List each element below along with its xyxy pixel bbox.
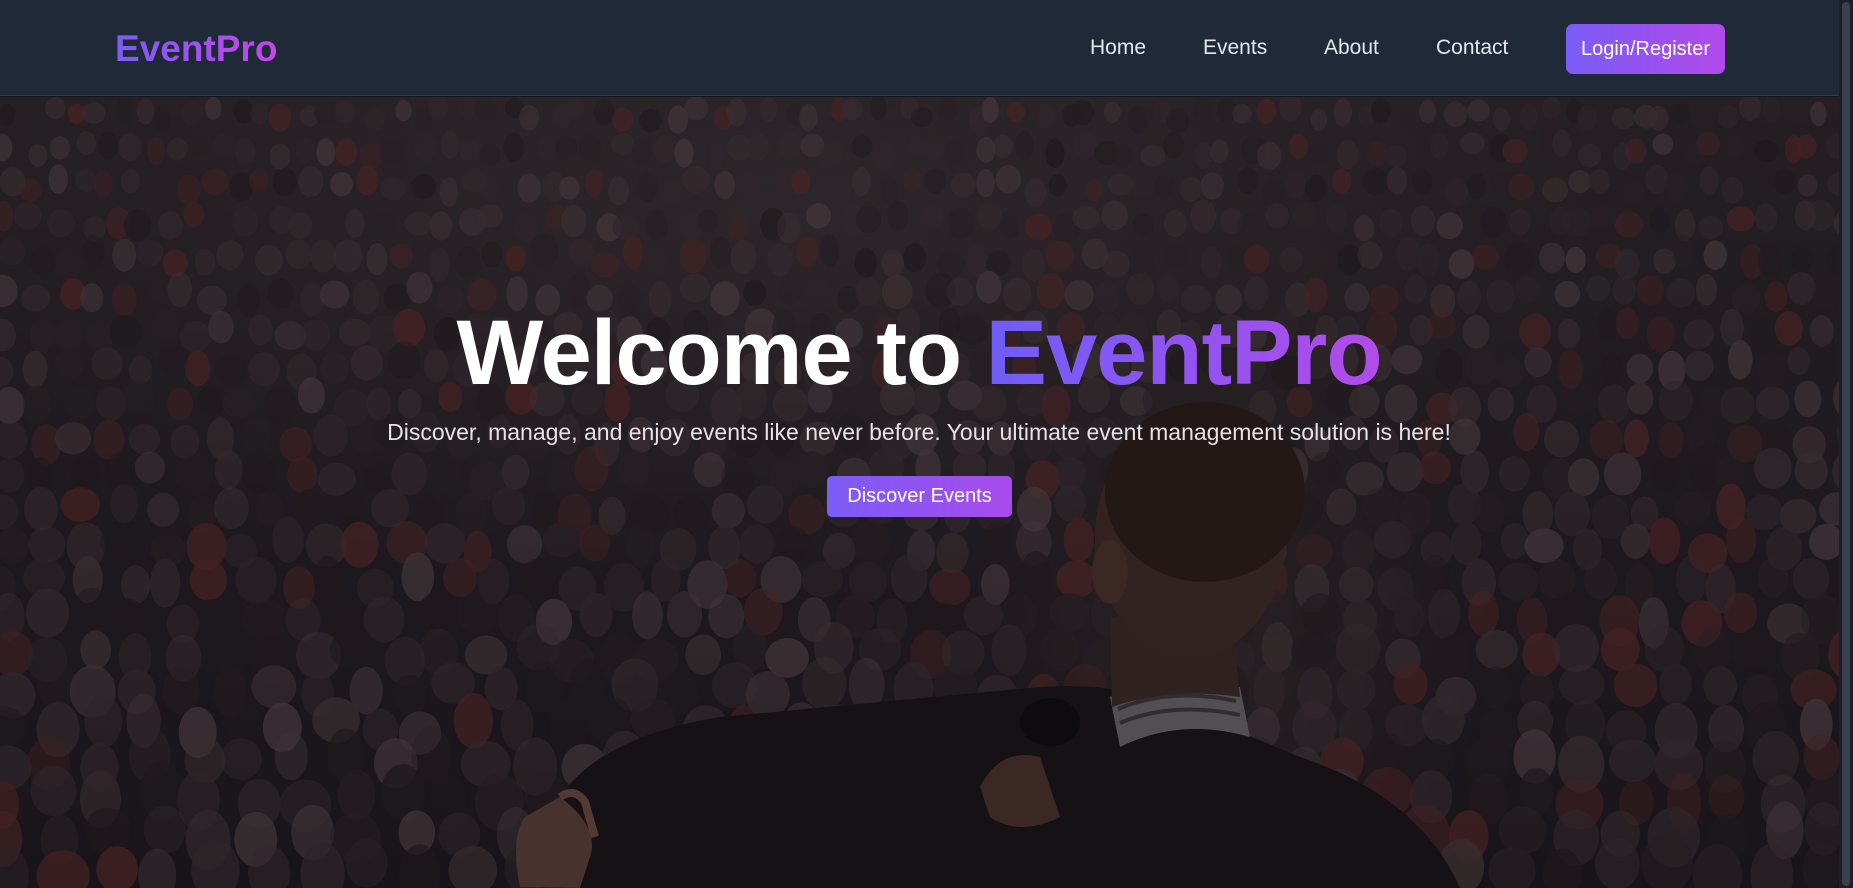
hero-subtitle: Discover, manage, and enjoy events like … — [387, 419, 1451, 445]
discover-events-button[interactable]: Discover Events — [827, 476, 1012, 517]
vertical-scrollbar[interactable] — [1839, 0, 1853, 888]
brand-logo[interactable]: EventPro — [115, 30, 277, 67]
nav-link-about[interactable]: About — [1324, 37, 1379, 58]
hero-title-prefix: Welcome to — [456, 302, 962, 404]
login-register-button[interactable]: Login/Register — [1566, 24, 1725, 74]
nav-link-home[interactable]: Home — [1090, 37, 1146, 58]
page: EventPro Home Events About Contact Login… — [0, 0, 1853, 888]
hero-section: Welcome to EventPro Discover, manage, an… — [0, 97, 1853, 888]
hero-title-accent: EventPro — [985, 302, 1383, 404]
navbar: EventPro Home Events About Contact Login… — [0, 0, 1853, 96]
nav-link-contact[interactable]: Contact — [1436, 37, 1508, 58]
scrollbar-thumb[interactable] — [1842, 2, 1850, 886]
hero-title: Welcome to EventPro — [0, 307, 1838, 399]
nav-link-events[interactable]: Events — [1203, 37, 1267, 58]
